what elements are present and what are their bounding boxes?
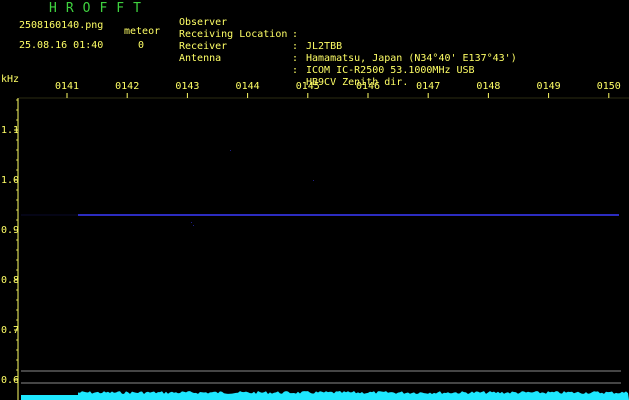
time-axis: 0141 0142 0143 0144 0145 0146 0147 0148 0149 0150 [19,81,629,99]
noise-band-start [21,395,78,400]
x-tick-label: 0141 [55,81,79,92]
x-tick-label: 0149 [537,81,561,92]
x-tick-label: 0146 [356,81,380,92]
x-tick-label: 0143 [175,81,199,92]
x-tick-label: 0147 [416,81,440,92]
x-tick-label: 0148 [476,81,500,92]
noise-dot [193,225,194,226]
frequency-axis: kHz1.11.00.90.80.70.6 [1,74,19,400]
noise-band [78,391,629,400]
y-axis-label: kHz [1,74,19,85]
noise-dot [313,180,314,181]
x-tick-label: 0144 [236,81,260,92]
x-tick-label: 0145 [296,81,320,92]
spectrogram-plot: 0141 0142 0143 0144 0145 0146 0147 0148 0149 0150… [1,74,629,400]
noise-dot [230,150,231,151]
x-tick-label: 0142 [115,81,139,92]
spectrogram-marks [21,150,629,400]
x-tick-label: 0150 [597,81,621,92]
noise-dot [191,222,192,223]
